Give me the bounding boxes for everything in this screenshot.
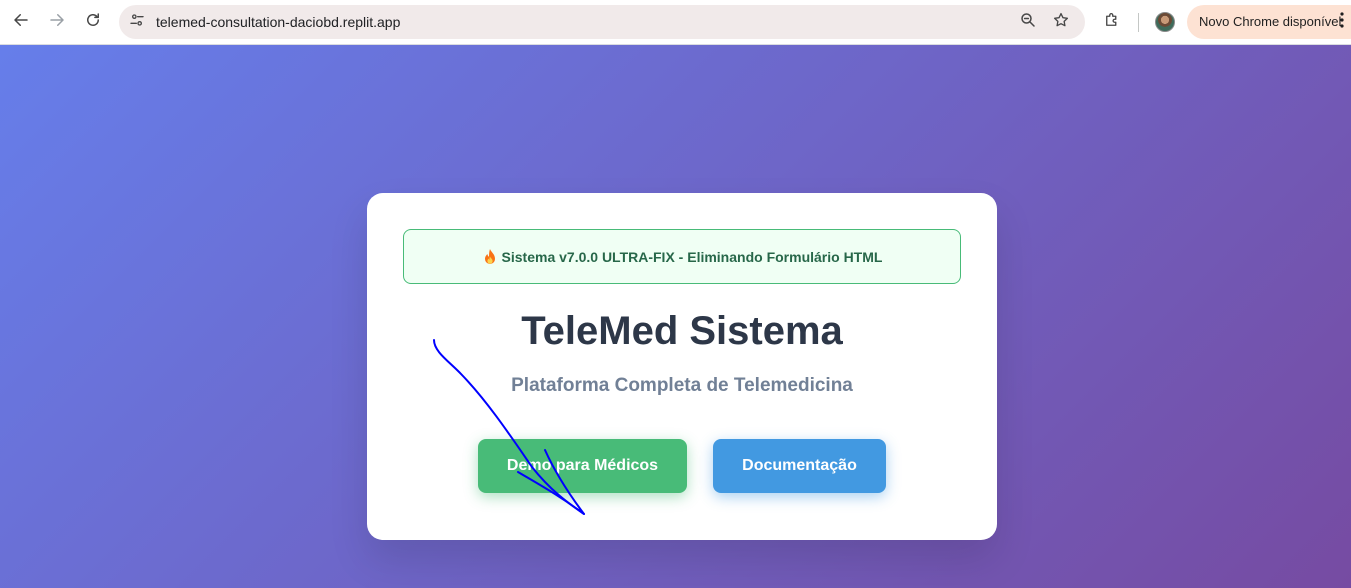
reload-button[interactable]	[79, 8, 107, 36]
main-card: Sistema v7.0.0 ULTRA-FIX - Eliminando Fo…	[367, 193, 997, 540]
browser-toolbar: telemed-consultation-daciobd.replit.app …	[0, 0, 1351, 45]
reload-icon	[84, 11, 102, 34]
url-text[interactable]: telemed-consultation-daciobd.replit.app	[156, 5, 400, 39]
back-button[interactable]	[7, 8, 35, 36]
chrome-update-button[interactable]: Novo Chrome disponível	[1187, 5, 1351, 39]
tune-icon	[129, 12, 145, 33]
address-bar[interactable]: telemed-consultation-daciobd.replit.app	[119, 5, 1085, 39]
forward-button[interactable]	[43, 8, 71, 36]
demo-for-doctors-button[interactable]: Demo para Médicos	[478, 439, 687, 493]
toolbar-separator	[1138, 13, 1139, 32]
chrome-update-label: Novo Chrome disponível	[1199, 14, 1342, 29]
zoom-button[interactable]	[1016, 10, 1040, 34]
version-banner: Sistema v7.0.0 ULTRA-FIX - Eliminando Fo…	[403, 229, 961, 284]
arrow-left-icon	[12, 11, 30, 34]
star-icon	[1052, 11, 1070, 34]
page-subtitle: Plataforma Completa de Telemedicina	[511, 375, 853, 396]
site-info-button[interactable]	[124, 9, 150, 35]
bookmark-button[interactable]	[1049, 10, 1073, 34]
puzzle-icon	[1103, 11, 1121, 34]
version-banner-text: Sistema v7.0.0 ULTRA-FIX - Eliminando Fo…	[501, 248, 883, 265]
page-viewport: Sistema v7.0.0 ULTRA-FIX - Eliminando Fo…	[0, 45, 1351, 588]
documentation-button[interactable]: Documentação	[713, 439, 886, 493]
extensions-button[interactable]	[1099, 9, 1125, 35]
documentation-button-label: Documentação	[742, 457, 857, 474]
browser-menu-button[interactable]	[1335, 11, 1349, 33]
arrow-right-icon	[48, 11, 66, 34]
zoom-icon	[1019, 11, 1037, 34]
page-title: TeleMed Sistema	[521, 309, 843, 353]
kebab-menu-icon	[1340, 11, 1344, 33]
profile-avatar[interactable]	[1155, 12, 1175, 32]
demo-button-label: Demo para Médicos	[506, 457, 659, 474]
fire-icon	[482, 248, 498, 266]
